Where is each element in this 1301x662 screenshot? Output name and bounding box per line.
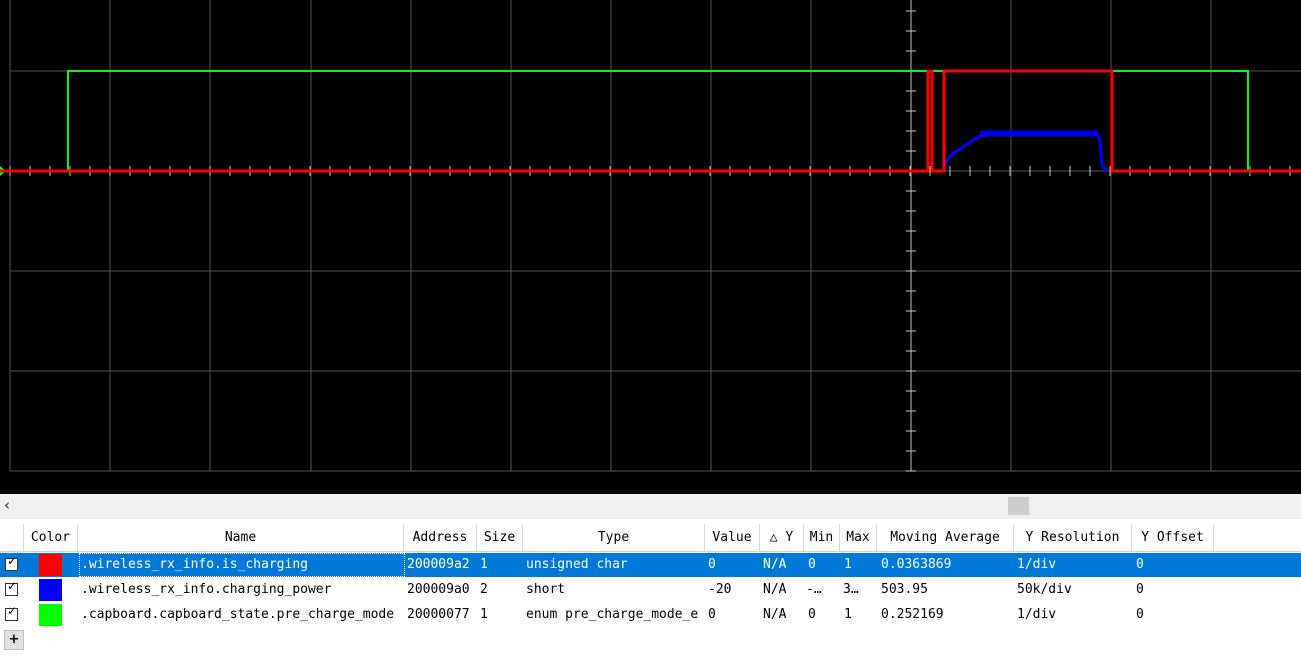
- cell-value: 0: [708, 557, 716, 572]
- cell-address: 200009a0: [407, 582, 470, 597]
- cell-address: 20000077: [407, 607, 470, 622]
- trace-is-charging: [0, 69, 1301, 173]
- scroll-left-arrow-icon[interactable]: ‹: [4, 496, 10, 514]
- add-variable-button[interactable]: +: [4, 630, 24, 650]
- scrollbar-thumb[interactable]: [1008, 497, 1029, 515]
- color-swatch[interactable]: [39, 554, 62, 576]
- header-min[interactable]: Min: [804, 524, 840, 551]
- cell-size: 1: [480, 607, 488, 622]
- cell-y-offset[interactable]: 0: [1136, 603, 1144, 627]
- color-swatch[interactable]: [39, 604, 62, 626]
- cell-delta-y: N/A: [763, 607, 787, 622]
- cell-min: 0: [808, 557, 816, 572]
- cell-moving-average: 0.252169: [881, 607, 944, 622]
- cell-moving-average: 0.0363869: [881, 557, 952, 572]
- cell-max: 1: [844, 557, 852, 572]
- cell-size: 1: [480, 557, 488, 572]
- oscilloscope-plot[interactable]: [0, 0, 1301, 494]
- table-row[interactable]: ✓ .wireless_rx_info.is_charging 200009a2…: [0, 553, 1301, 577]
- cell-size: 2: [480, 582, 488, 597]
- header-type[interactable]: Type: [523, 524, 705, 551]
- cell-type: unsigned char: [526, 557, 628, 572]
- cell-y-offset[interactable]: 0: [1136, 553, 1144, 577]
- cell-value: 0: [708, 607, 716, 622]
- cell-min: -…: [806, 582, 822, 597]
- checkmark-icon: ✓: [7, 604, 18, 618]
- cell-value: -20: [708, 582, 732, 597]
- cell-name[interactable]: .wireless_rx_info.charging_power: [79, 578, 405, 602]
- header-moving-average[interactable]: Moving Average: [877, 524, 1014, 551]
- row-checkbox[interactable]: ✓: [5, 554, 18, 571]
- header-check-column: [0, 524, 24, 551]
- header-name[interactable]: Name: [78, 524, 404, 551]
- header-delta-y[interactable]: △ Y: [760, 524, 804, 551]
- trace-charging-power: [941, 133, 1108, 172]
- cell-address: 200009a2: [407, 557, 470, 572]
- cell-max: 1: [844, 607, 852, 622]
- cell-type: enum pre_charge_mode_e: [526, 607, 699, 622]
- header-size[interactable]: Size: [477, 524, 523, 551]
- checkmark-icon: ✓: [7, 554, 18, 568]
- header-color[interactable]: Color: [24, 524, 78, 551]
- header-y-offset[interactable]: Y Offset: [1132, 524, 1214, 551]
- table-row[interactable]: ✓ .wireless_rx_info.charging_power 20000…: [0, 578, 1301, 602]
- cell-moving-average: 503.95: [881, 582, 928, 597]
- cell-y-resolution[interactable]: 50k/div: [1017, 578, 1072, 602]
- trace-pre-charge-mode: [0, 70, 1301, 172]
- cell-name[interactable]: .capboard.capboard_state.pre_charge_mode: [79, 603, 405, 627]
- horizontal-scrollbar[interactable]: ‹: [0, 494, 1301, 519]
- header-max[interactable]: Max: [840, 524, 877, 551]
- color-swatch[interactable]: [39, 579, 62, 601]
- cell-min: 0: [808, 607, 816, 622]
- cell-type: short: [526, 582, 566, 597]
- cell-y-resolution[interactable]: 1/div: [1017, 603, 1056, 627]
- cell-delta-y: N/A: [763, 557, 787, 572]
- cell-y-offset[interactable]: 0: [1136, 578, 1144, 602]
- cell-max: 3…: [843, 582, 859, 597]
- cell-y-resolution[interactable]: 1/div: [1017, 553, 1056, 577]
- row-checkbox[interactable]: ✓: [5, 604, 18, 621]
- variable-table: Color Name Address Size Type Value △ Y M…: [0, 522, 1301, 662]
- header-y-resolution[interactable]: Y Resolution: [1014, 524, 1132, 551]
- waveform-canvas[interactable]: [0, 0, 1301, 494]
- cell-name[interactable]: .wireless_rx_info.is_charging: [79, 553, 405, 577]
- table-row[interactable]: ✓ .capboard.capboard_state.pre_charge_mo…: [0, 603, 1301, 627]
- row-checkbox[interactable]: ✓: [5, 579, 18, 596]
- cell-delta-y: N/A: [763, 582, 787, 597]
- table-header: Color Name Address Size Type Value △ Y M…: [0, 524, 1301, 552]
- header-address[interactable]: Address: [404, 524, 477, 551]
- header-value[interactable]: Value: [705, 524, 760, 551]
- checkmark-icon: ✓: [7, 579, 18, 593]
